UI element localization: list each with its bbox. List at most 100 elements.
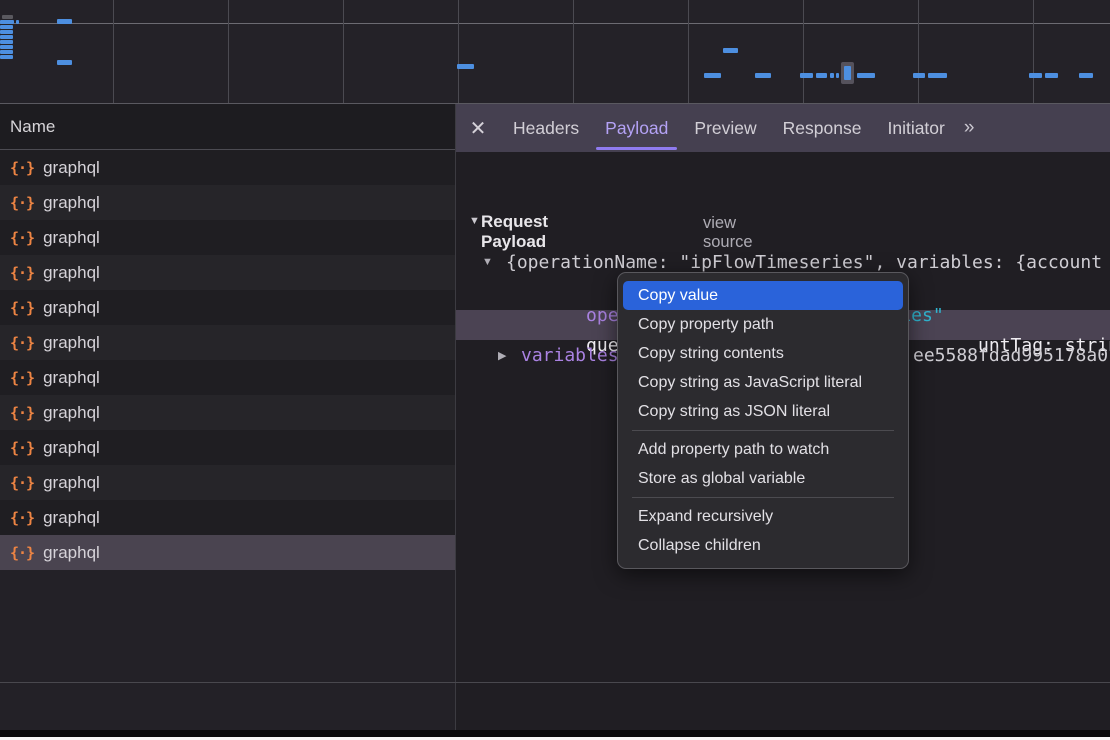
menu-item-copy-string-as-json-literal[interactable]: Copy string as JSON literal — [623, 397, 903, 426]
menu-item-copy-string-contents[interactable]: Copy string contents — [623, 339, 903, 368]
request-row[interactable]: {·} graphql — [0, 465, 455, 500]
request-name-label: graphql — [43, 368, 100, 388]
request-row[interactable]: {·} graphql — [0, 395, 455, 430]
waterfall-bar — [0, 30, 13, 34]
waterfall-bar — [57, 19, 72, 24]
overview-vertical-gridline — [688, 0, 689, 103]
waterfall-bar — [857, 73, 875, 78]
overview-vertical-gridline — [573, 0, 574, 103]
waterfall-bar — [928, 73, 947, 78]
request-name-label: graphql — [43, 403, 100, 423]
menu-item-copy-string-as-javascript-literal[interactable]: Copy string as JavaScript literal — [623, 368, 903, 397]
waterfall-bar — [1045, 73, 1058, 78]
menu-item-store-as-global-variable[interactable]: Store as global variable — [623, 464, 903, 493]
waterfall-bar — [830, 73, 834, 78]
waterfall-bar — [1079, 73, 1093, 78]
tab-preview[interactable]: Preview — [681, 104, 769, 152]
waterfall-bar — [704, 73, 721, 78]
view-source-link[interactable]: view source — [703, 214, 753, 252]
request-name-label: graphql — [43, 158, 100, 178]
request-row[interactable]: {·}graphql — [0, 255, 455, 290]
menu-separator — [632, 497, 894, 498]
tab-label: Initiator — [887, 118, 944, 139]
tab-label: Response — [783, 118, 862, 139]
menu-item-collapse-children[interactable]: Collapse children — [623, 531, 903, 560]
property-key: variables — [521, 345, 619, 366]
request-row[interactable]: {·} graphql — [0, 535, 455, 570]
request-row[interactable]: {·} graphql — [0, 430, 455, 465]
request-row[interactable]: {·} graphql — [0, 325, 455, 360]
request-name-label: graphql — [43, 438, 100, 458]
waterfall-bar — [57, 60, 72, 65]
request-row[interactable]: {·} graphql — [0, 185, 455, 220]
tab-initiator[interactable]: Initiator — [874, 104, 957, 152]
tab-label: Payload — [605, 118, 668, 139]
details-tabbar: ✕ Headers Payload Preview Response Initiator… — [456, 104, 1110, 152]
overview-vertical-gridline — [113, 0, 114, 103]
requests-panel: Name {·} graphql {·} graphql {·} graphql {·} gr… — [0, 104, 455, 730]
waterfall-bar — [0, 50, 13, 54]
request-name-label: graphql — [43, 333, 100, 353]
json-braces-icon: {·} — [10, 194, 34, 212]
selected-tab-underline — [596, 147, 677, 150]
expand-triangle-icon[interactable]: ▼ — [482, 256, 493, 268]
tab-headers[interactable]: Headers — [500, 104, 592, 152]
name-column-header[interactable]: Name — [0, 104, 455, 150]
request-name-label: graphql — [43, 473, 100, 493]
waterfall-bar — [913, 73, 925, 78]
request-row[interactable]: {·} graphql — [0, 500, 455, 535]
overview-vertical-gridline — [228, 0, 229, 103]
request-row[interactable]: {·} graphql — [0, 290, 455, 325]
waterfall-bar — [16, 20, 19, 24]
request-name-label: graphql — [43, 263, 100, 283]
menu-item-add-property-path-to-watch[interactable]: Add property path to watch — [623, 435, 903, 464]
json-braces-icon: {·} — [10, 509, 34, 527]
waterfall-bar — [755, 73, 771, 78]
waterfall-bar — [723, 48, 738, 53]
request-name-label: graphql — [43, 193, 100, 213]
window-bottom-edge — [0, 730, 1110, 737]
overview-vertical-gridline — [1033, 0, 1034, 103]
tab-label: Headers — [513, 118, 579, 139]
waterfall-bar — [0, 25, 13, 29]
waterfall-bar — [0, 45, 13, 49]
request-name-label: graphql — [43, 543, 100, 563]
waterfall-bar — [0, 55, 13, 59]
tab-response[interactable]: Response — [770, 104, 875, 152]
tab-label: Preview — [694, 118, 756, 139]
name-column-label: Name — [10, 117, 55, 137]
request-row[interactable]: {·} graphql — [0, 150, 455, 185]
menu-separator — [632, 430, 894, 431]
collapsed-triangle-icon[interactable]: ▶ — [498, 349, 506, 362]
network-overview-timeline[interactable] — [0, 0, 1110, 104]
request-row[interactable]: {·}graphql — [0, 220, 455, 255]
waterfall-bar — [457, 64, 474, 69]
menu-item-copy-property-path[interactable]: Copy property path — [623, 310, 903, 339]
waterfall-bar — [0, 35, 13, 39]
tab-overflow-icon[interactable]: » — [964, 117, 973, 139]
request-name-label: graphql — [43, 508, 100, 528]
overview-vertical-gridline — [918, 0, 919, 103]
overview-vertical-gridline — [343, 0, 344, 103]
json-braces-icon: {·} — [10, 404, 34, 422]
menu-item-copy-value[interactable]: Copy value — [623, 281, 903, 310]
waterfall-bar — [0, 20, 14, 24]
menu-item-expand-recursively[interactable]: Expand recursively — [623, 502, 903, 531]
tree-row-query-right-fragment: untTag: string, $f — [913, 314, 1110, 338]
json-braces-icon: {·} — [10, 474, 34, 492]
request-row[interactable]: {·}graphql — [0, 360, 455, 395]
json-braces-icon: {·} — [10, 299, 34, 317]
tab-payload[interactable]: Payload — [592, 104, 681, 152]
section-collapse-icon[interactable]: ▼ — [469, 215, 480, 227]
waterfall-bar — [800, 73, 813, 78]
close-icon[interactable]: ✕ — [456, 116, 500, 141]
overview-vertical-gridline — [803, 0, 804, 103]
json-braces-icon: {·} — [10, 334, 34, 352]
json-braces-icon: {·} — [10, 439, 34, 457]
json-braces-icon: {·} — [10, 159, 34, 177]
status-bar-divider — [0, 682, 1110, 683]
request-name-label: graphql — [43, 298, 100, 318]
json-braces-icon: {·} — [10, 229, 34, 247]
json-braces-icon: {·} — [10, 544, 34, 562]
context-menu: Copy valueCopy property pathCopy string … — [617, 272, 909, 569]
